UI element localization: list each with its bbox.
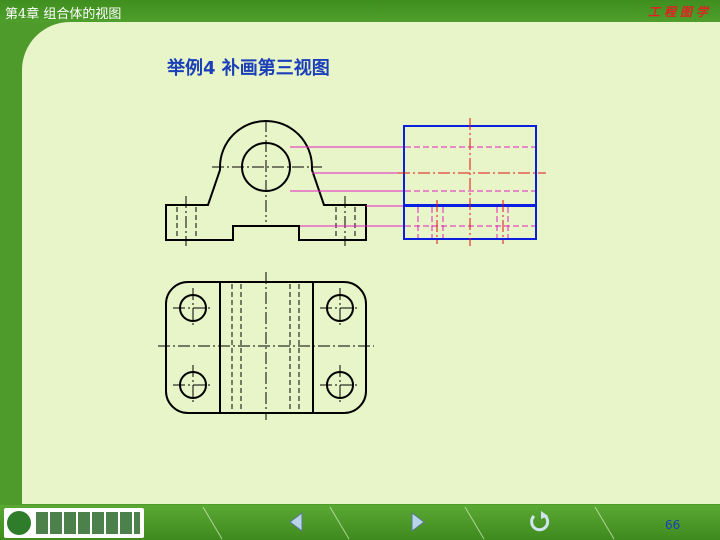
university-logo xyxy=(4,508,144,538)
projection-lines xyxy=(290,146,404,227)
top-view xyxy=(158,272,374,420)
side-view-center-lines xyxy=(398,118,546,246)
triangle-left-icon[interactable] xyxy=(286,511,306,533)
slide-frame: 第4章 组合体的视图 工程图学 举例4 补画第三视图 66 xyxy=(0,0,720,540)
engineering-drawing xyxy=(158,118,546,420)
front-view-center-lines xyxy=(185,120,346,246)
university-name-logo xyxy=(36,512,140,534)
triangle-right-icon[interactable] xyxy=(408,511,428,533)
return-arrow-icon[interactable] xyxy=(528,511,552,533)
university-logo-icon xyxy=(7,511,31,535)
front-view xyxy=(165,120,367,246)
side-view xyxy=(398,118,546,246)
page-number: 66 xyxy=(665,518,681,532)
